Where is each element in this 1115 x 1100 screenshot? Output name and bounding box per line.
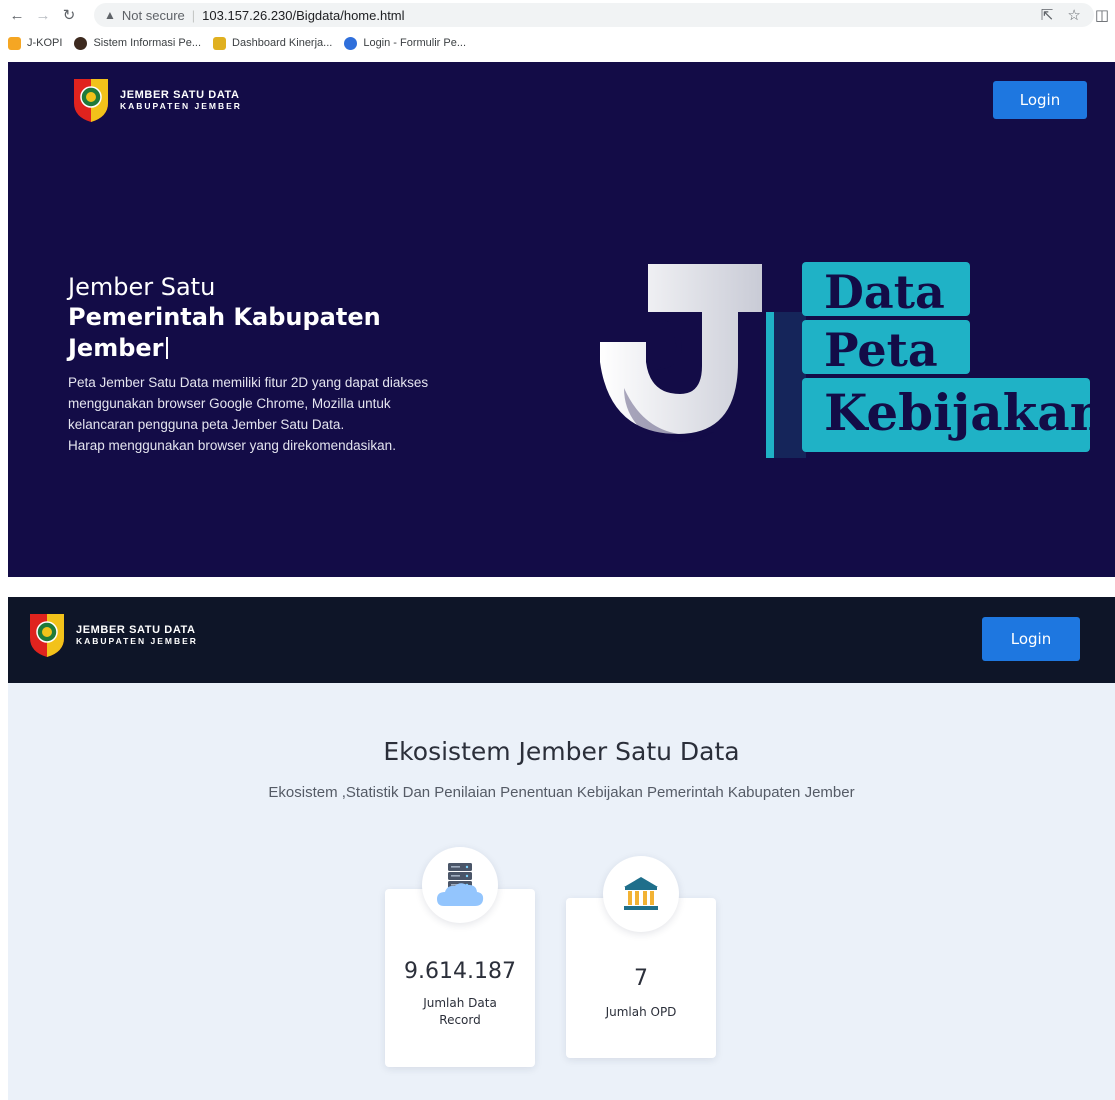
bookmark-item[interactable]: Login - Formulir Pe...: [344, 36, 467, 50]
hero-description-line: kelancaran pengguna peta Jember Satu Dat…: [68, 417, 345, 432]
stat-value: 9.614.187: [404, 959, 516, 984]
share-icon[interactable]: ⇱: [1041, 6, 1054, 24]
brand-text: JEMBER SATU DATA KABUPATEN JEMBER: [76, 623, 198, 646]
hero-title-line1: Jember Satu: [68, 273, 216, 301]
reload-icon[interactable]: ↻: [58, 4, 80, 26]
warning-icon[interactable]: ▲: [104, 8, 116, 22]
hero-title-line3: Jember: [68, 333, 488, 364]
bookmark-label: Sistem Informasi Pe...: [93, 37, 202, 49]
login-button[interactable]: Login: [993, 81, 1087, 119]
stat-value: 7: [634, 966, 648, 991]
bookmark-label: J-KOPI: [27, 37, 63, 49]
address-bar[interactable]: ▲ Not secure | 103.157.26.230/Bigdata/ho…: [94, 3, 1094, 27]
typing-caret: [165, 337, 168, 359]
bookmark-item[interactable]: Sistem Informasi Pe...: [74, 36, 202, 50]
bookmark-item[interactable]: J-KOPI: [8, 36, 63, 50]
logo-word-data: Data: [824, 265, 945, 319]
stat-icon-circle: [603, 856, 679, 932]
server-cloud-icon: [437, 863, 484, 906]
browser-toolbar: ← → ↻ ▲ Not secure | 103.157.26.230/Bigd…: [0, 0, 1115, 30]
bookmark-favicon-icon: [74, 36, 88, 50]
brand-subtitle: KABUPATEN JEMBER: [76, 635, 198, 646]
jember-satu-data-logo: Data Peta Kebijakan: [600, 262, 1090, 458]
address-separator: |: [191, 7, 196, 23]
crest-icon: [30, 614, 64, 657]
url-text[interactable]: 103.157.26.230/Bigdata/home.html: [202, 8, 404, 23]
hero-title-line3-text: Jember: [68, 334, 164, 362]
toolbar-actions: ⇱ ☆ ◫: [1041, 0, 1115, 30]
hero-section: JEMBER SATU DATA KABUPATEN JEMBER Login …: [8, 62, 1115, 577]
security-label[interactable]: Not secure: [122, 8, 185, 23]
bookmark-label: Dashboard Kinerja...: [232, 37, 333, 49]
stat-icon-circle: [422, 847, 498, 923]
hero-description-line: Peta Jember Satu Data memiliki fitur 2D …: [68, 375, 429, 390]
login-button[interactable]: Login: [982, 617, 1080, 661]
brand-logo[interactable]: JEMBER SATU DATA KABUPATEN JEMBER: [28, 612, 198, 658]
brand-text: JEMBER SATU DATA KABUPATEN JEMBER: [120, 88, 242, 111]
hero-description-line: menggunakan browser Google Chrome, Mozil…: [68, 396, 391, 411]
bookmark-item[interactable]: Dashboard Kinerja...: [213, 36, 333, 50]
brand-logo[interactable]: JEMBER SATU DATA KABUPATEN JEMBER: [72, 77, 242, 123]
government-building-icon: [624, 877, 658, 910]
navbar: JEMBER SATU DATA KABUPATEN JEMBER Login: [8, 597, 1115, 683]
bookmark-favicon-icon: [8, 36, 21, 50]
brand-name: JEMBER SATU DATA: [76, 623, 196, 636]
bookmarks-bar: J-KOPI Sistem Informasi Pe... Dashboard …: [0, 30, 1115, 56]
logo-word-peta: Peta: [824, 323, 938, 377]
forward-icon[interactable]: →: [32, 4, 54, 26]
stat-label: Jumlah OPD: [605, 1005, 677, 1019]
ecosystem-title: Ekosistem Jember Satu Data: [383, 737, 740, 766]
hero-copy: Jember Satu Pemerintah Kabupaten Jember …: [68, 272, 488, 456]
hero-description: Peta Jember Satu Data memiliki fitur 2D …: [68, 372, 488, 456]
crest-icon: [74, 79, 108, 122]
bookmark-favicon-icon: [213, 36, 227, 50]
logo-word-kebijakan: Kebijakan: [824, 383, 1090, 442]
hero-description-line: Harap menggunakan browser yang direkomen…: [68, 438, 396, 453]
stat-label: Jumlah Data Record: [423, 996, 497, 1027]
bookmark-label: Login - Formulir Pe...: [363, 37, 467, 49]
brand-subtitle: KABUPATEN JEMBER: [120, 100, 242, 111]
bookmark-star-icon[interactable]: ☆: [1067, 6, 1080, 24]
bookmark-favicon-icon: [344, 36, 358, 50]
side-panel-icon[interactable]: ◫: [1095, 6, 1109, 24]
ecosystem-subtitle: Ekosistem ,Statistik Dan Penilaian Penen…: [268, 784, 855, 801]
ecosystem-section: JEMBER SATU DATA KABUPATEN JEMBER Login …: [8, 597, 1115, 1100]
brand-name: JEMBER SATU DATA: [120, 88, 240, 101]
back-icon[interactable]: ←: [6, 4, 28, 26]
hero-title-line2: Pemerintah Kabupaten: [68, 303, 381, 331]
